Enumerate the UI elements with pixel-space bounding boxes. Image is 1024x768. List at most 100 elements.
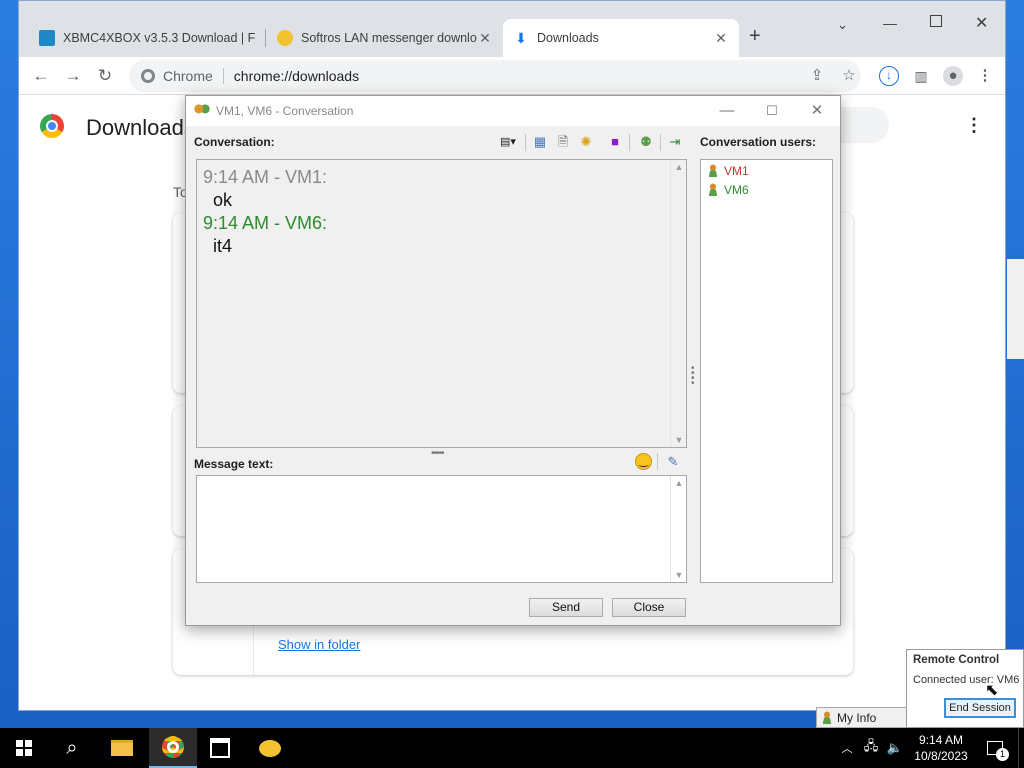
user-icon xyxy=(707,164,719,177)
profile-avatar-icon[interactable]: ● xyxy=(943,66,963,86)
search-icon[interactable]: ⌕ xyxy=(48,728,96,768)
tab-downloads[interactable]: ⬇ Downloads ✕ xyxy=(503,19,739,57)
close-window-icon[interactable]: ✕ xyxy=(975,13,988,33)
tab-softros[interactable]: Softros LAN messenger downloa ✕ xyxy=(267,19,503,57)
message-label: Message text: xyxy=(194,457,274,471)
notification-center-icon[interactable]: 1 xyxy=(982,728,1009,768)
page-scrollbar[interactable] xyxy=(1007,259,1024,359)
export-document-icon[interactable]: ⇥ xyxy=(666,133,684,151)
message-text: it4 xyxy=(213,236,233,256)
conversation-label: Conversation: xyxy=(194,135,275,149)
message-header: 9:14 AM - VM6: xyxy=(203,213,328,233)
chrome-logo-icon xyxy=(141,69,155,83)
omnibox-chip: Chrome xyxy=(163,68,213,84)
conversation-history[interactable]: 9:14 AM - VM1: ok 9:14 AM - VM6: it4 ▲ ▼ xyxy=(196,159,687,448)
new-tab-icon[interactable]: + xyxy=(749,25,761,48)
add-users-icon[interactable]: ⚉ xyxy=(637,133,655,151)
message-scrollbar[interactable]: ▲ ▼ xyxy=(670,476,686,582)
splitter-grip-icon[interactable]: ••••• xyxy=(431,448,444,459)
conversation-scrollbar[interactable]: ▲ ▼ xyxy=(670,160,686,447)
calendar-app-icon[interactable] xyxy=(196,728,244,768)
scroll-up-arrow-icon[interactable]: ▲ xyxy=(671,476,687,490)
close-button[interactable]: Close xyxy=(612,598,686,617)
font-style-dropdown-icon[interactable]: ▤▾ xyxy=(494,133,522,151)
my-info-button[interactable]: My Info xyxy=(816,707,908,728)
speech-bubble-icon xyxy=(277,30,293,46)
window-title: VM1, VM6 - Conversation xyxy=(216,104,354,118)
scroll-up-arrow-icon[interactable]: ▲ xyxy=(671,160,687,174)
history-book-icon[interactable]: ▦ xyxy=(531,133,549,151)
share-icon[interactable]: ⇪ xyxy=(807,66,827,86)
show-desktop-button[interactable] xyxy=(1018,728,1024,768)
page-menu-icon[interactable]: ⋮ xyxy=(965,115,983,136)
start-windows-icon[interactable] xyxy=(0,728,48,768)
end-session-button[interactable]: End Session xyxy=(944,698,1016,718)
connected-user-status: Connected user: VM6 xyxy=(913,674,1020,686)
close-window-icon[interactable]: ✕ xyxy=(794,96,840,126)
minimize-icon[interactable]: — xyxy=(704,96,750,126)
message-text: ok xyxy=(213,190,233,210)
forward-arrow-icon[interactable]: → xyxy=(63,66,83,86)
download-icon: ⬇ xyxy=(515,30,527,46)
scroll-down-arrow-icon[interactable]: ▼ xyxy=(671,568,687,582)
close-tab-icon[interactable]: ✕ xyxy=(477,30,493,47)
conversation-window: VM1, VM6 - Conversation — ☐ ✕ Conversati… xyxy=(185,95,841,626)
url-text: chrome://downloads xyxy=(233,68,360,84)
chrome-logo-icon xyxy=(40,114,64,138)
conversation-users-list: VM1 VM6 xyxy=(700,159,833,583)
maximize-icon[interactable]: ☐ xyxy=(749,96,795,126)
mouse-cursor-icon: ⬉ xyxy=(985,682,999,699)
my-info-label: My Info xyxy=(837,710,877,725)
notification-count-badge: 1 xyxy=(996,748,1009,761)
file-explorer-icon[interactable] xyxy=(98,728,146,768)
page-title: Downloads xyxy=(86,115,195,140)
back-arrow-icon[interactable]: ← xyxy=(31,66,51,86)
clock-date: 10/8/2023 xyxy=(914,749,968,763)
message-header: 9:14 AM - VM1: xyxy=(203,167,328,187)
reload-icon[interactable]: ↻ xyxy=(95,66,115,86)
tab-xbmc[interactable]: XBMC4XBOX v3.5.3 Download | F xyxy=(29,19,265,57)
bookmark-star-icon[interactable]: ☆ xyxy=(839,66,859,86)
user-list-item[interactable]: VM6 xyxy=(701,180,832,199)
gear-app-icon xyxy=(39,30,55,46)
users-label: Conversation users: xyxy=(700,135,817,149)
message-input[interactable]: ▲ ▼ xyxy=(196,475,687,583)
menu-kebab-icon[interactable]: ⋮ xyxy=(975,66,995,86)
emoji-smiley-icon[interactable]: ‿ xyxy=(635,453,652,470)
user-name: VM1 xyxy=(724,163,749,178)
scroll-down-arrow-icon[interactable]: ▼ xyxy=(671,433,687,447)
close-tab-icon[interactable]: ✕ xyxy=(713,30,729,47)
maximize-icon[interactable] xyxy=(930,15,942,27)
minimize-icon[interactable]: — xyxy=(883,15,897,31)
user-icon xyxy=(707,183,719,196)
volume-muted-icon[interactable]: 🔈 xyxy=(884,728,906,768)
text-format-icon[interactable]: ✎ xyxy=(664,453,682,471)
send-button[interactable]: Send xyxy=(529,598,603,617)
tab-title: Softros LAN messenger downloa xyxy=(301,31,477,45)
vertical-splitter-grip-icon[interactable]: • • • • xyxy=(691,364,697,389)
browser-toolbar: ← → ↻ Chrome chrome://downloads ⇪ ☆ ↓ ▥ … xyxy=(19,57,1005,95)
video-camera-icon[interactable]: ■ xyxy=(606,133,624,151)
user-list-item[interactable]: VM1 xyxy=(701,161,832,180)
downloads-indicator-icon[interactable]: ↓ xyxy=(879,66,899,86)
users-group-icon xyxy=(194,104,210,118)
search-document-icon[interactable]: 🗎 xyxy=(554,133,572,151)
remote-control-title: Remote Control xyxy=(913,654,1000,666)
tab-search-chevron-icon[interactable]: ⌄ xyxy=(837,17,848,33)
message-list: 9:14 AM - VM1: ok 9:14 AM - VM6: it4 xyxy=(203,166,327,258)
network-icon[interactable]: 🖧 xyxy=(860,728,882,768)
tab-title: Downloads xyxy=(537,31,599,45)
address-bar[interactable]: Chrome chrome://downloads xyxy=(129,60,861,92)
show-hidden-icons-chevron-icon[interactable]: ︿ xyxy=(838,728,856,768)
show-in-folder-link[interactable]: Show in folder xyxy=(278,637,360,652)
user-name: VM6 xyxy=(724,182,749,197)
remote-control-popup: Remote Control Connected user: VM6 End S… xyxy=(906,649,1024,728)
taskbar: ⌕ ︿ 🖧 🔈 9:14 AM 10/8/2023 1 xyxy=(0,728,1024,768)
clock[interactable]: 9:14 AM 10/8/2023 xyxy=(906,728,976,768)
softros-messenger-icon[interactable] xyxy=(246,728,294,768)
settings-gear-icon[interactable]: ✺ xyxy=(577,133,595,151)
side-panel-icon[interactable]: ▥ xyxy=(911,66,931,86)
tab-title: XBMC4XBOX v3.5.3 Download | F xyxy=(63,31,255,45)
chrome-taskbar-icon[interactable] xyxy=(149,728,197,768)
tab-strip: XBMC4XBOX v3.5.3 Download | F Softros LA… xyxy=(19,1,1005,57)
